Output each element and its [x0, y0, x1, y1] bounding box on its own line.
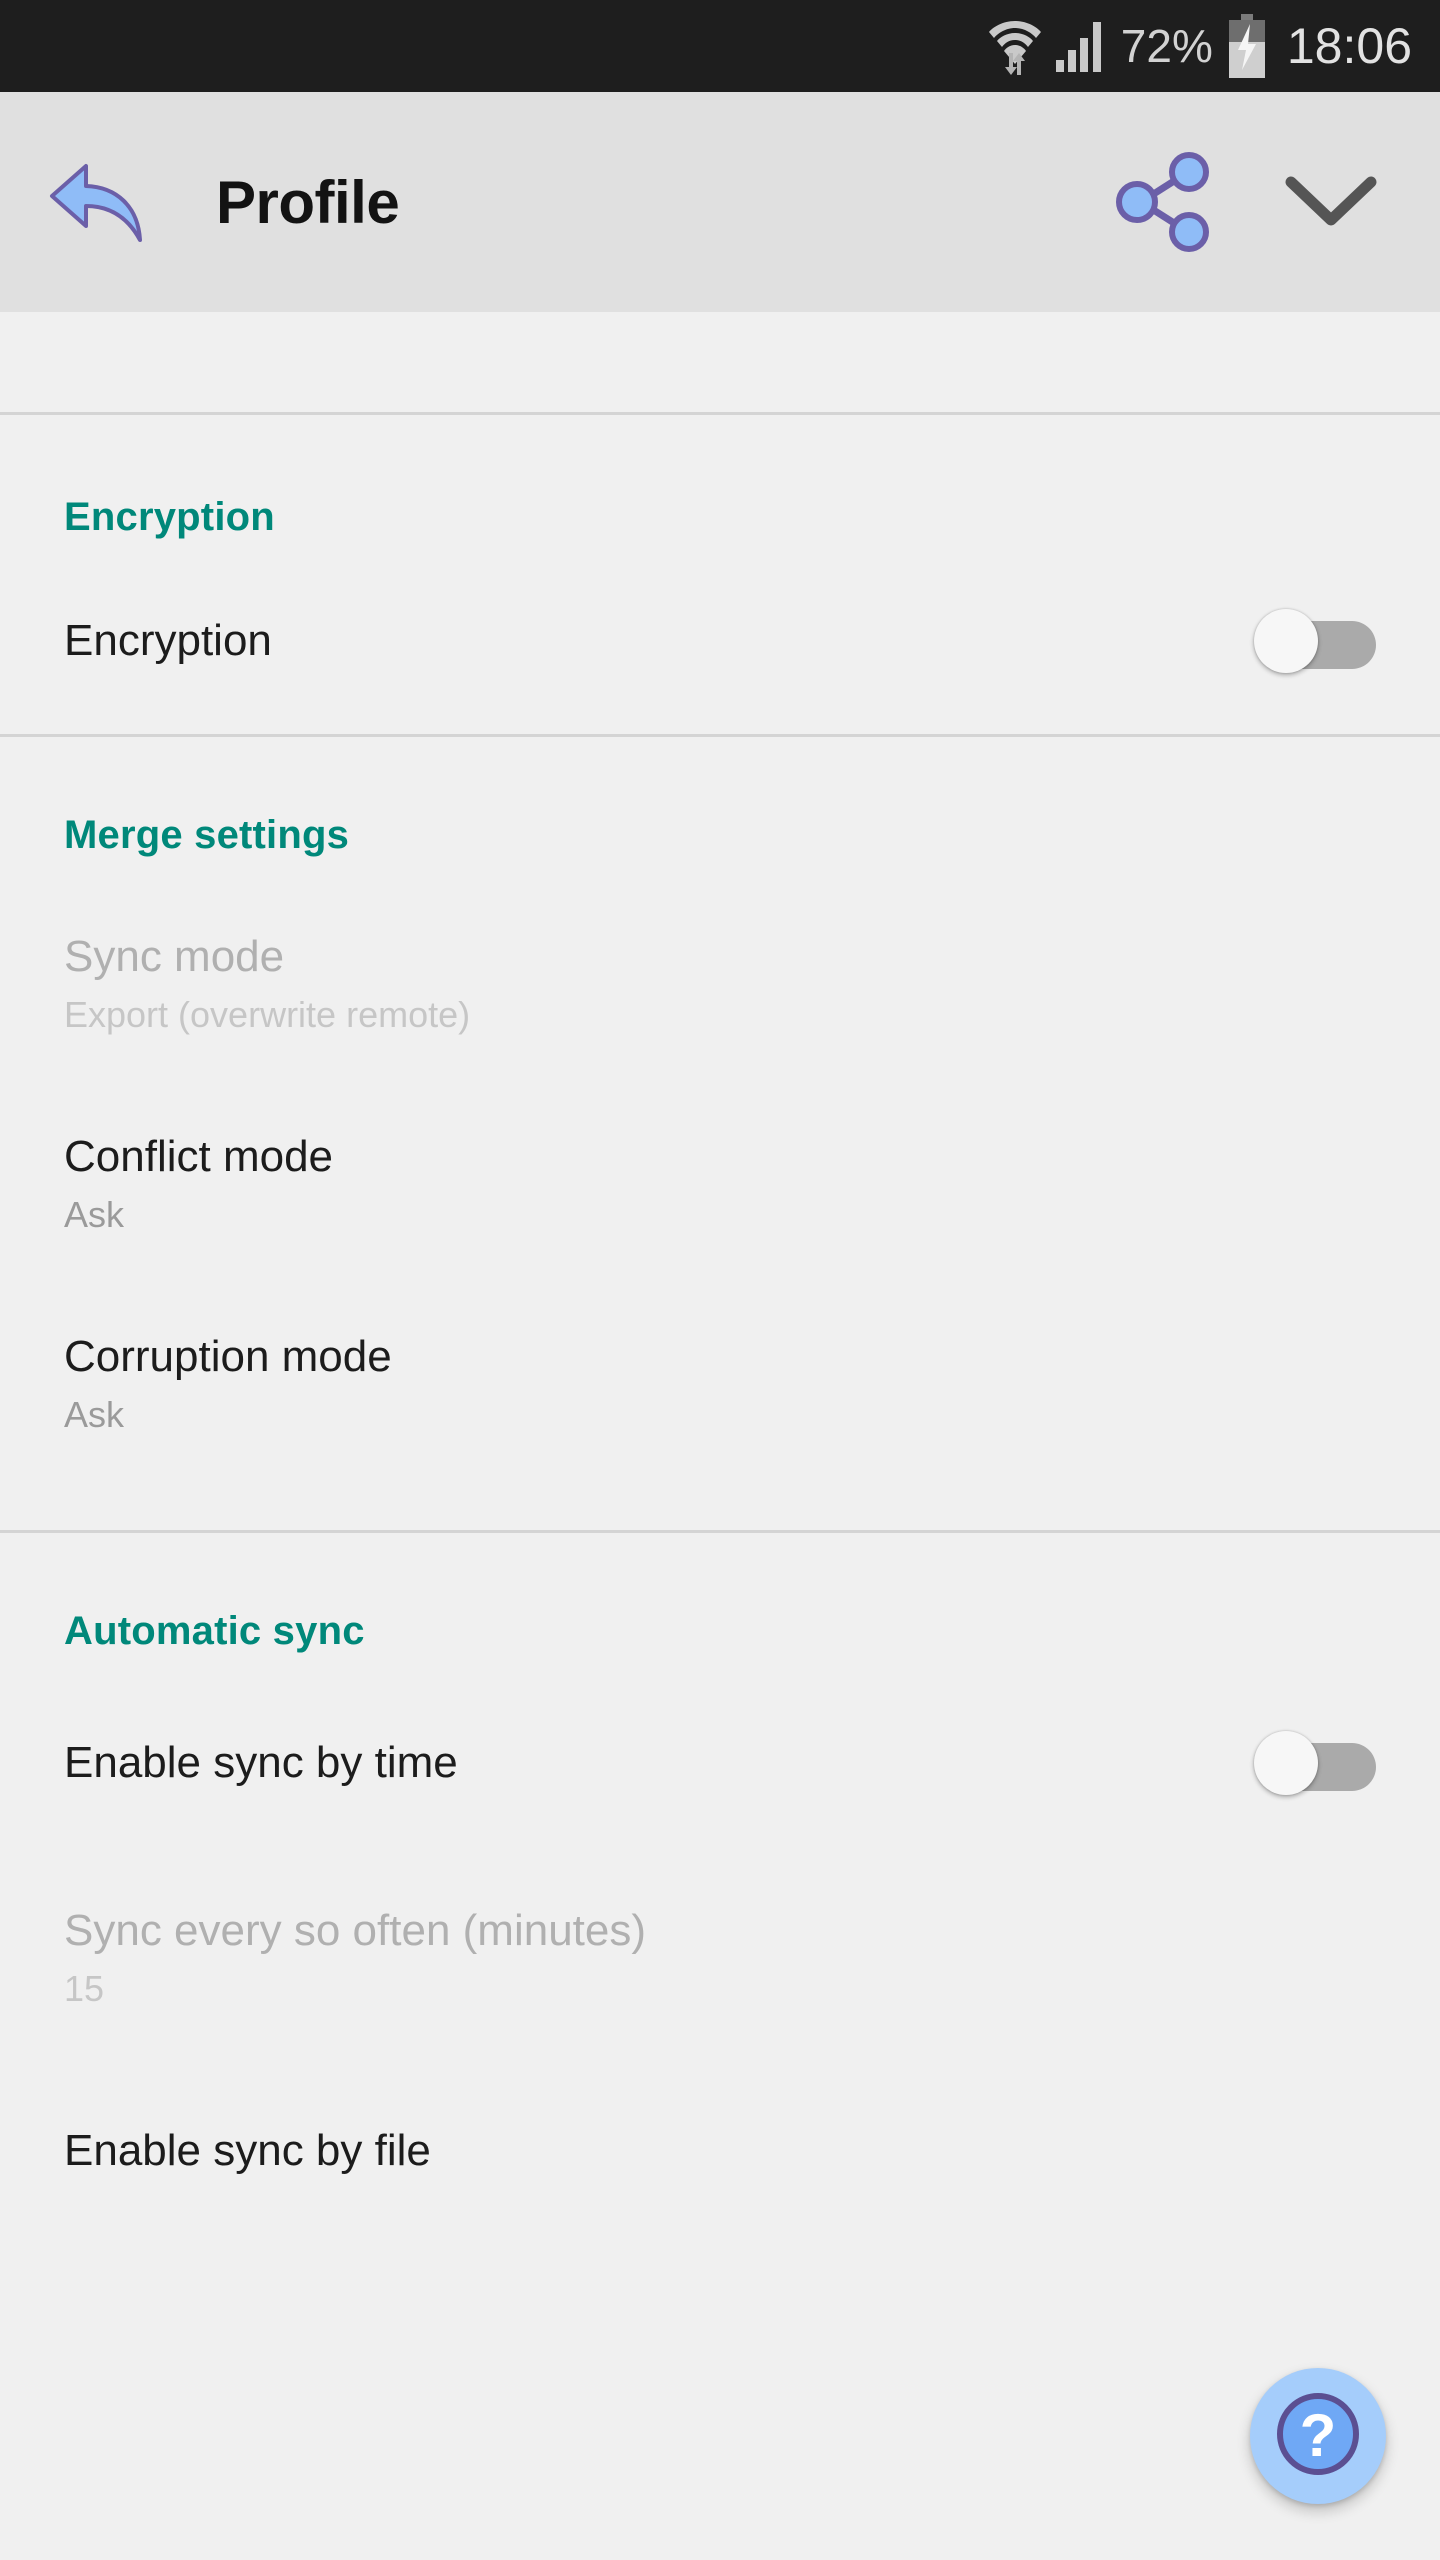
row-texts: Sync every so often (minutes) 15: [64, 1906, 647, 2010]
row-title: Enable sync by time: [64, 1737, 458, 1787]
row-title: Conflict mode: [64, 1132, 334, 1181]
section-automatic-sync: Automatic sync Enable sync by time Sync …: [0, 1533, 1440, 2244]
svg-text:?: ?: [1300, 2402, 1337, 2469]
section-header-label: Merge settings: [64, 813, 350, 857]
battery-percent-label: 72%: [1120, 20, 1213, 72]
switch-thumb: [1254, 609, 1318, 673]
row-summary: Export (overwrite remote): [64, 994, 471, 1036]
back-arrow-icon[interactable]: [48, 154, 144, 250]
row-corruption-mode[interactable]: Corruption mode Ask: [0, 1284, 1440, 1484]
row-encryption[interactable]: Encryption: [0, 548, 1440, 734]
row-texts: Corruption mode Ask: [64, 1332, 392, 1436]
row-texts: Sync mode Export (overwrite remote): [64, 932, 471, 1036]
encryption-switch[interactable]: [1254, 609, 1376, 673]
wifi-with-transfer-arrows-icon: [988, 17, 1041, 75]
page-title: Profile: [216, 168, 400, 236]
status-bar: 72% 18:06: [0, 0, 1440, 92]
clock-label: 18:06: [1286, 18, 1412, 74]
section-header-label: Automatic sync: [64, 1609, 365, 1653]
row-enable-sync-by-time[interactable]: Enable sync by time: [0, 1668, 1440, 1858]
help-fab-button[interactable]: ?: [1250, 2368, 1386, 2504]
row-title: Enable sync by file: [64, 2125, 431, 2175]
row-title: Sync mode: [64, 932, 285, 981]
row-summary: Ask: [64, 1394, 125, 1436]
cell-signal-icon: [1055, 20, 1107, 72]
settings-list[interactable]: Android's Share Encryption Encryption Me…: [0, 280, 1440, 2244]
row-title: Sync every so often (minutes): [64, 1906, 647, 1955]
row-enable-sync-by-file[interactable]: Enable sync by file: [0, 2058, 1440, 2244]
app-toolbar: Profile: [0, 92, 1440, 312]
row-texts: Enable sync by time: [64, 1737, 458, 1787]
section-header-label: Encryption: [64, 495, 275, 539]
chevron-down-icon[interactable]: [1276, 147, 1386, 257]
section-merge-settings: Merge settings Sync mode Export (overwri…: [0, 737, 1440, 1484]
row-sync-interval[interactable]: Sync every so often (minutes) 15: [0, 1858, 1440, 2058]
phone-screen: 72% 18:06 Profile Encryption Encryption …: [0, 0, 1440, 2560]
share-icon[interactable]: [1108, 147, 1218, 257]
section-encryption: Encryption Encryption: [0, 415, 1440, 734]
row-title: Encryption: [64, 615, 272, 665]
row-sync-mode[interactable]: Sync mode Export (overwrite remote): [0, 884, 1440, 1084]
row-conflict-mode[interactable]: Conflict mode Ask: [0, 1084, 1440, 1284]
battery-charging-icon: [1227, 14, 1267, 78]
enable-sync-by-time-switch[interactable]: [1254, 1731, 1376, 1795]
row-texts: Encryption: [64, 615, 272, 665]
switch-thumb: [1254, 1731, 1318, 1795]
row-texts: Conflict mode Ask: [64, 1132, 334, 1236]
row-texts: Enable sync by file: [64, 2125, 431, 2175]
row-summary: 15: [64, 1968, 105, 2010]
row-summary: Ask: [64, 1194, 125, 1236]
help-question-icon: ?: [1272, 2388, 1364, 2485]
row-title: Corruption mode: [64, 1332, 392, 1381]
